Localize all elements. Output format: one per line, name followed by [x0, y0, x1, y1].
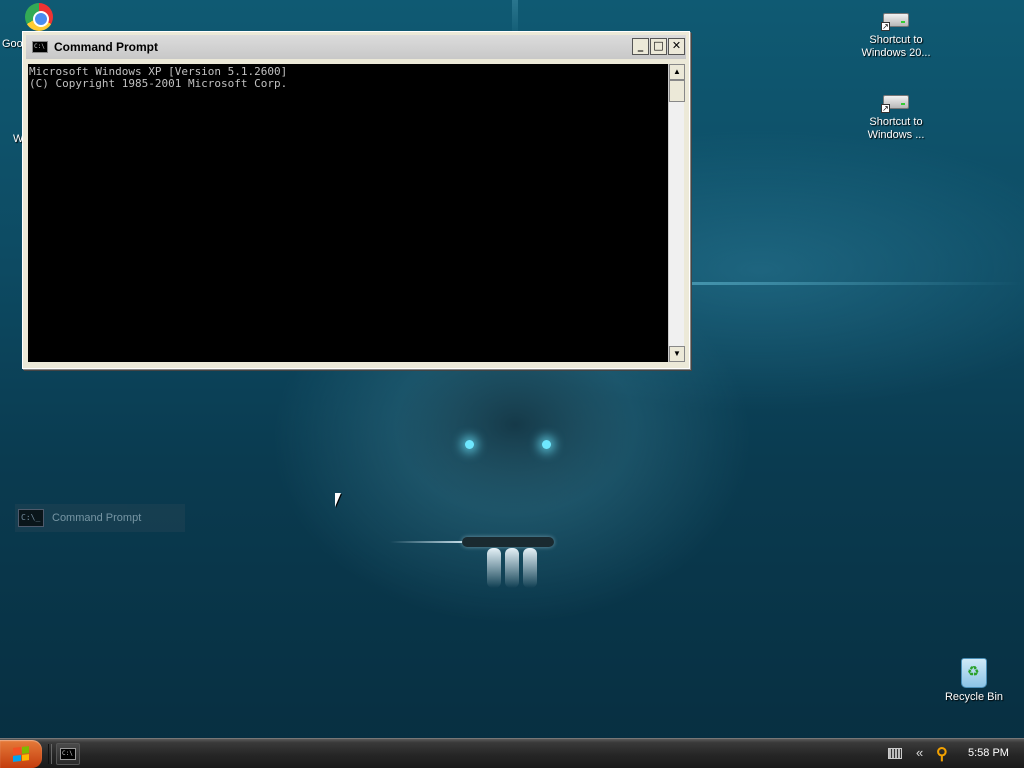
search-icon[interactable]: ⚲: [936, 744, 948, 764]
windows-logo-icon: [13, 746, 29, 762]
taskbar-button-command-prompt[interactable]: C:\: [56, 743, 80, 765]
window-title: Command Prompt: [54, 40, 159, 54]
maximize-button[interactable]: □: [650, 38, 667, 55]
wallpaper-submarine-light: [523, 548, 537, 588]
clock[interactable]: 5:58 PM: [968, 747, 1009, 759]
hard-drive-icon: ↗: [881, 91, 911, 113]
desktop-icon-label: Shortcut to Windows ...: [867, 116, 925, 141]
keyboard-icon[interactable]: [888, 748, 902, 759]
desktop-icon-shortcut-windows-2[interactable]: ↗ Shortcut to Windows ...: [854, 91, 938, 142]
desktop-icon-shortcut-windows-1[interactable]: ↗ Shortcut to Windows 20...: [854, 9, 938, 60]
scroll-down-arrow-icon[interactable]: ▼: [669, 346, 685, 362]
command-prompt-icon: C:\: [60, 748, 76, 760]
wallpaper-submarine-light: [505, 548, 519, 588]
taskbar: C:\ « ⚲ 5:58 PM: [0, 738, 1024, 768]
desktop-icon-chrome-label[interactable]: Goo: [2, 38, 23, 50]
recycle-bin-icon: [961, 658, 987, 688]
wallpaper-creature: [300, 365, 730, 535]
shortcut-arrow-icon: ↗: [881, 22, 890, 31]
scroll-up-arrow-icon[interactable]: ▲: [669, 64, 685, 80]
command-prompt-window[interactable]: C:\ Command Prompt _ □ ✕ Microsoft Windo…: [22, 31, 690, 369]
wallpaper-horizon-light: [660, 282, 1024, 285]
wallpaper-creature-eye-right: [542, 440, 551, 449]
task-preview-command-prompt[interactable]: C:\_ Command Prompt: [15, 504, 185, 532]
start-button[interactable]: [0, 740, 42, 768]
desktop-icon-label: Shortcut to Windows 20...: [861, 34, 931, 59]
console-line: (C) Copyright 1985-2001 Microsoft Corp.: [29, 77, 288, 90]
command-prompt-icon: C:\_: [18, 509, 44, 527]
minimize-button[interactable]: _: [632, 38, 649, 55]
wallpaper-submarine-light: [487, 548, 501, 588]
scrollbar-thumb[interactable]: [669, 80, 685, 102]
task-preview-label: Command Prompt: [52, 512, 142, 524]
desktop-icon-label: Recycle Bin: [944, 691, 1004, 703]
vertical-scrollbar[interactable]: ▲ ▼: [668, 64, 685, 362]
close-button[interactable]: ✕: [668, 38, 685, 55]
window-titlebar[interactable]: C:\ Command Prompt _ □ ✕: [26, 35, 686, 59]
mouse-pointer-icon: [335, 493, 347, 507]
system-tray: « ⚲ 5:58 PM: [884, 739, 1024, 768]
wallpaper-creature-eye-left: [465, 440, 474, 449]
hard-drive-icon: ↗: [881, 9, 911, 31]
wallpaper-submarine: [462, 537, 554, 547]
console-output[interactable]: Microsoft Windows XP [Version 5.1.2600](…: [28, 64, 668, 362]
wallpaper-submarine-trail: [390, 541, 465, 543]
shortcut-arrow-icon: ↗: [881, 104, 890, 113]
command-prompt-icon[interactable]: C:\: [32, 41, 48, 53]
chrome-icon[interactable]: [25, 3, 53, 31]
taskbar-separator: [48, 744, 52, 764]
desktop-icon-recycle-bin[interactable]: Recycle Bin: [932, 658, 1016, 704]
show-hidden-icons-chevron-icon[interactable]: «: [916, 745, 923, 760]
